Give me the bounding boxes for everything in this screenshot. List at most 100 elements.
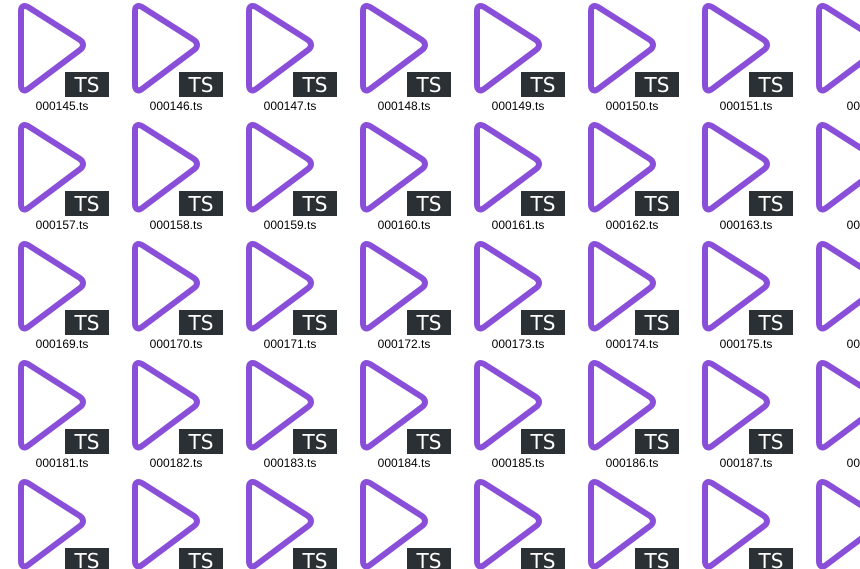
file-name: 000186.ts — [605, 456, 659, 470]
ts-video-file-icon: TS — [467, 121, 567, 218]
file-item[interactable]: TS — [0, 476, 114, 569]
file-name: 0001 — [846, 99, 860, 113]
ts-video-file-icon: TS — [809, 2, 860, 99]
ts-badge-label: TS — [74, 430, 100, 454]
file-item[interactable]: TS — [684, 476, 798, 569]
file-item[interactable]: TS 000161.ts — [456, 119, 570, 238]
play-triangle — [816, 479, 860, 569]
ts-badge-label: TS — [416, 311, 442, 335]
ts-video-file-icon: TS — [125, 121, 225, 218]
file-item[interactable]: TS 000187.ts — [684, 357, 798, 476]
ts-video-file-icon: TS — [353, 478, 453, 569]
ts-badge-label: TS — [188, 549, 214, 569]
file-item[interactable]: TS 000171.ts — [228, 238, 342, 357]
play-triangle — [816, 360, 860, 451]
ts-video-file-icon: TS — [125, 478, 225, 569]
ts-video-file-icon: TS — [809, 240, 860, 337]
ts-video-file-icon: TS — [11, 359, 111, 456]
ts-badge-label: TS — [416, 549, 442, 569]
file-item[interactable]: TS 000170.ts — [114, 238, 228, 357]
file-item[interactable]: TS 000151.ts — [684, 0, 798, 119]
file-name: 000151.ts — [719, 99, 773, 113]
ts-badge-label: TS — [530, 430, 556, 454]
file-item[interactable]: TS0001 — [798, 119, 860, 238]
file-item[interactable]: TS 000181.ts — [0, 357, 114, 476]
file-item[interactable]: TS 000182.ts — [114, 357, 228, 476]
ts-badge-label: TS — [530, 192, 556, 216]
file-item[interactable]: TS 000162.ts — [570, 119, 684, 238]
ts-video-file-icon: TS — [581, 121, 681, 218]
ts-badge-label: TS — [758, 430, 784, 454]
file-item[interactable]: TS0001 — [798, 238, 860, 357]
ts-video-file-icon: TS — [239, 240, 339, 337]
file-item[interactable]: TS 000172.ts — [342, 238, 456, 357]
file-name: 000181.ts — [35, 456, 89, 470]
file-item[interactable]: TS 000174.ts — [570, 238, 684, 357]
file-name: 000150.ts — [605, 99, 659, 113]
file-name: 000170.ts — [149, 337, 203, 351]
file-name: 000146.ts — [149, 99, 203, 113]
file-name: 000169.ts — [35, 337, 89, 351]
file-item[interactable]: TS — [456, 476, 570, 569]
ts-badge-label: TS — [188, 192, 214, 216]
file-item[interactable]: TS 000149.ts — [456, 0, 570, 119]
ts-badge-label: TS — [302, 430, 328, 454]
file-item[interactable]: TS 000173.ts — [456, 238, 570, 357]
file-item[interactable]: TS 000145.ts — [0, 0, 114, 119]
ts-badge-label: TS — [644, 311, 670, 335]
ts-video-file-icon: TS — [581, 359, 681, 456]
file-name: 0001 — [846, 218, 860, 232]
file-name: 000182.ts — [149, 456, 203, 470]
file-name: 000158.ts — [149, 218, 203, 232]
ts-badge-label: TS — [644, 73, 670, 97]
ts-badge-label: TS — [302, 73, 328, 97]
file-name: 000160.ts — [377, 218, 431, 232]
ts-video-file-icon: TS — [125, 240, 225, 337]
file-grid: TS 000145.ts TS 000146.ts TS 000147.ts TS 00014… — [0, 0, 860, 569]
file-item[interactable]: TS 000157.ts — [0, 119, 114, 238]
ts-badge-label: TS — [74, 311, 100, 335]
file-item[interactable]: TS 000159.ts — [228, 119, 342, 238]
file-item[interactable]: TS 000185.ts — [456, 357, 570, 476]
ts-badge-label: TS — [302, 549, 328, 569]
play-triangle — [816, 122, 860, 213]
ts-video-file-icon: TS — [467, 478, 567, 569]
file-item[interactable]: TS 000148.ts — [342, 0, 456, 119]
ts-badge-label: TS — [188, 311, 214, 335]
ts-video-file-icon: TS — [581, 240, 681, 337]
file-item[interactable]: TS — [114, 476, 228, 569]
ts-badge-label: TS — [416, 430, 442, 454]
ts-badge-label: TS — [530, 549, 556, 569]
file-item[interactable]: TS 000186.ts — [570, 357, 684, 476]
ts-video-file-icon: TS — [239, 121, 339, 218]
file-item[interactable]: TS — [570, 476, 684, 569]
file-name: 000148.ts — [377, 99, 431, 113]
file-item[interactable]: TS — [798, 476, 860, 569]
file-name: 000173.ts — [491, 337, 545, 351]
ts-video-file-icon: TS — [467, 2, 567, 99]
file-item[interactable]: TS0001 — [798, 0, 860, 119]
file-item[interactable]: TS 000163.ts — [684, 119, 798, 238]
ts-video-file-icon: TS — [353, 121, 453, 218]
file-item[interactable]: TS 000150.ts — [570, 0, 684, 119]
file-item[interactable]: TS 000175.ts — [684, 238, 798, 357]
ts-video-file-icon: TS — [239, 2, 339, 99]
file-item[interactable]: TS 000169.ts — [0, 238, 114, 357]
ts-video-file-icon: TS — [695, 359, 795, 456]
file-item[interactable]: TS 000147.ts — [228, 0, 342, 119]
file-name: 000159.ts — [263, 218, 317, 232]
file-item[interactable]: TS 000183.ts — [228, 357, 342, 476]
file-name: 000149.ts — [491, 99, 545, 113]
file-item[interactable]: TS — [342, 476, 456, 569]
file-item[interactable]: TS 000160.ts — [342, 119, 456, 238]
file-name: 000162.ts — [605, 218, 659, 232]
file-name: 000157.ts — [35, 218, 89, 232]
file-name: 000172.ts — [377, 337, 431, 351]
file-item[interactable]: TS 000158.ts — [114, 119, 228, 238]
ts-video-file-icon: TS — [239, 478, 339, 569]
file-item[interactable]: TS 000184.ts — [342, 357, 456, 476]
file-item[interactable]: TS0001 — [798, 357, 860, 476]
file-item[interactable]: TS — [228, 476, 342, 569]
file-item[interactable]: TS 000146.ts — [114, 0, 228, 119]
ts-badge-label: TS — [302, 192, 328, 216]
